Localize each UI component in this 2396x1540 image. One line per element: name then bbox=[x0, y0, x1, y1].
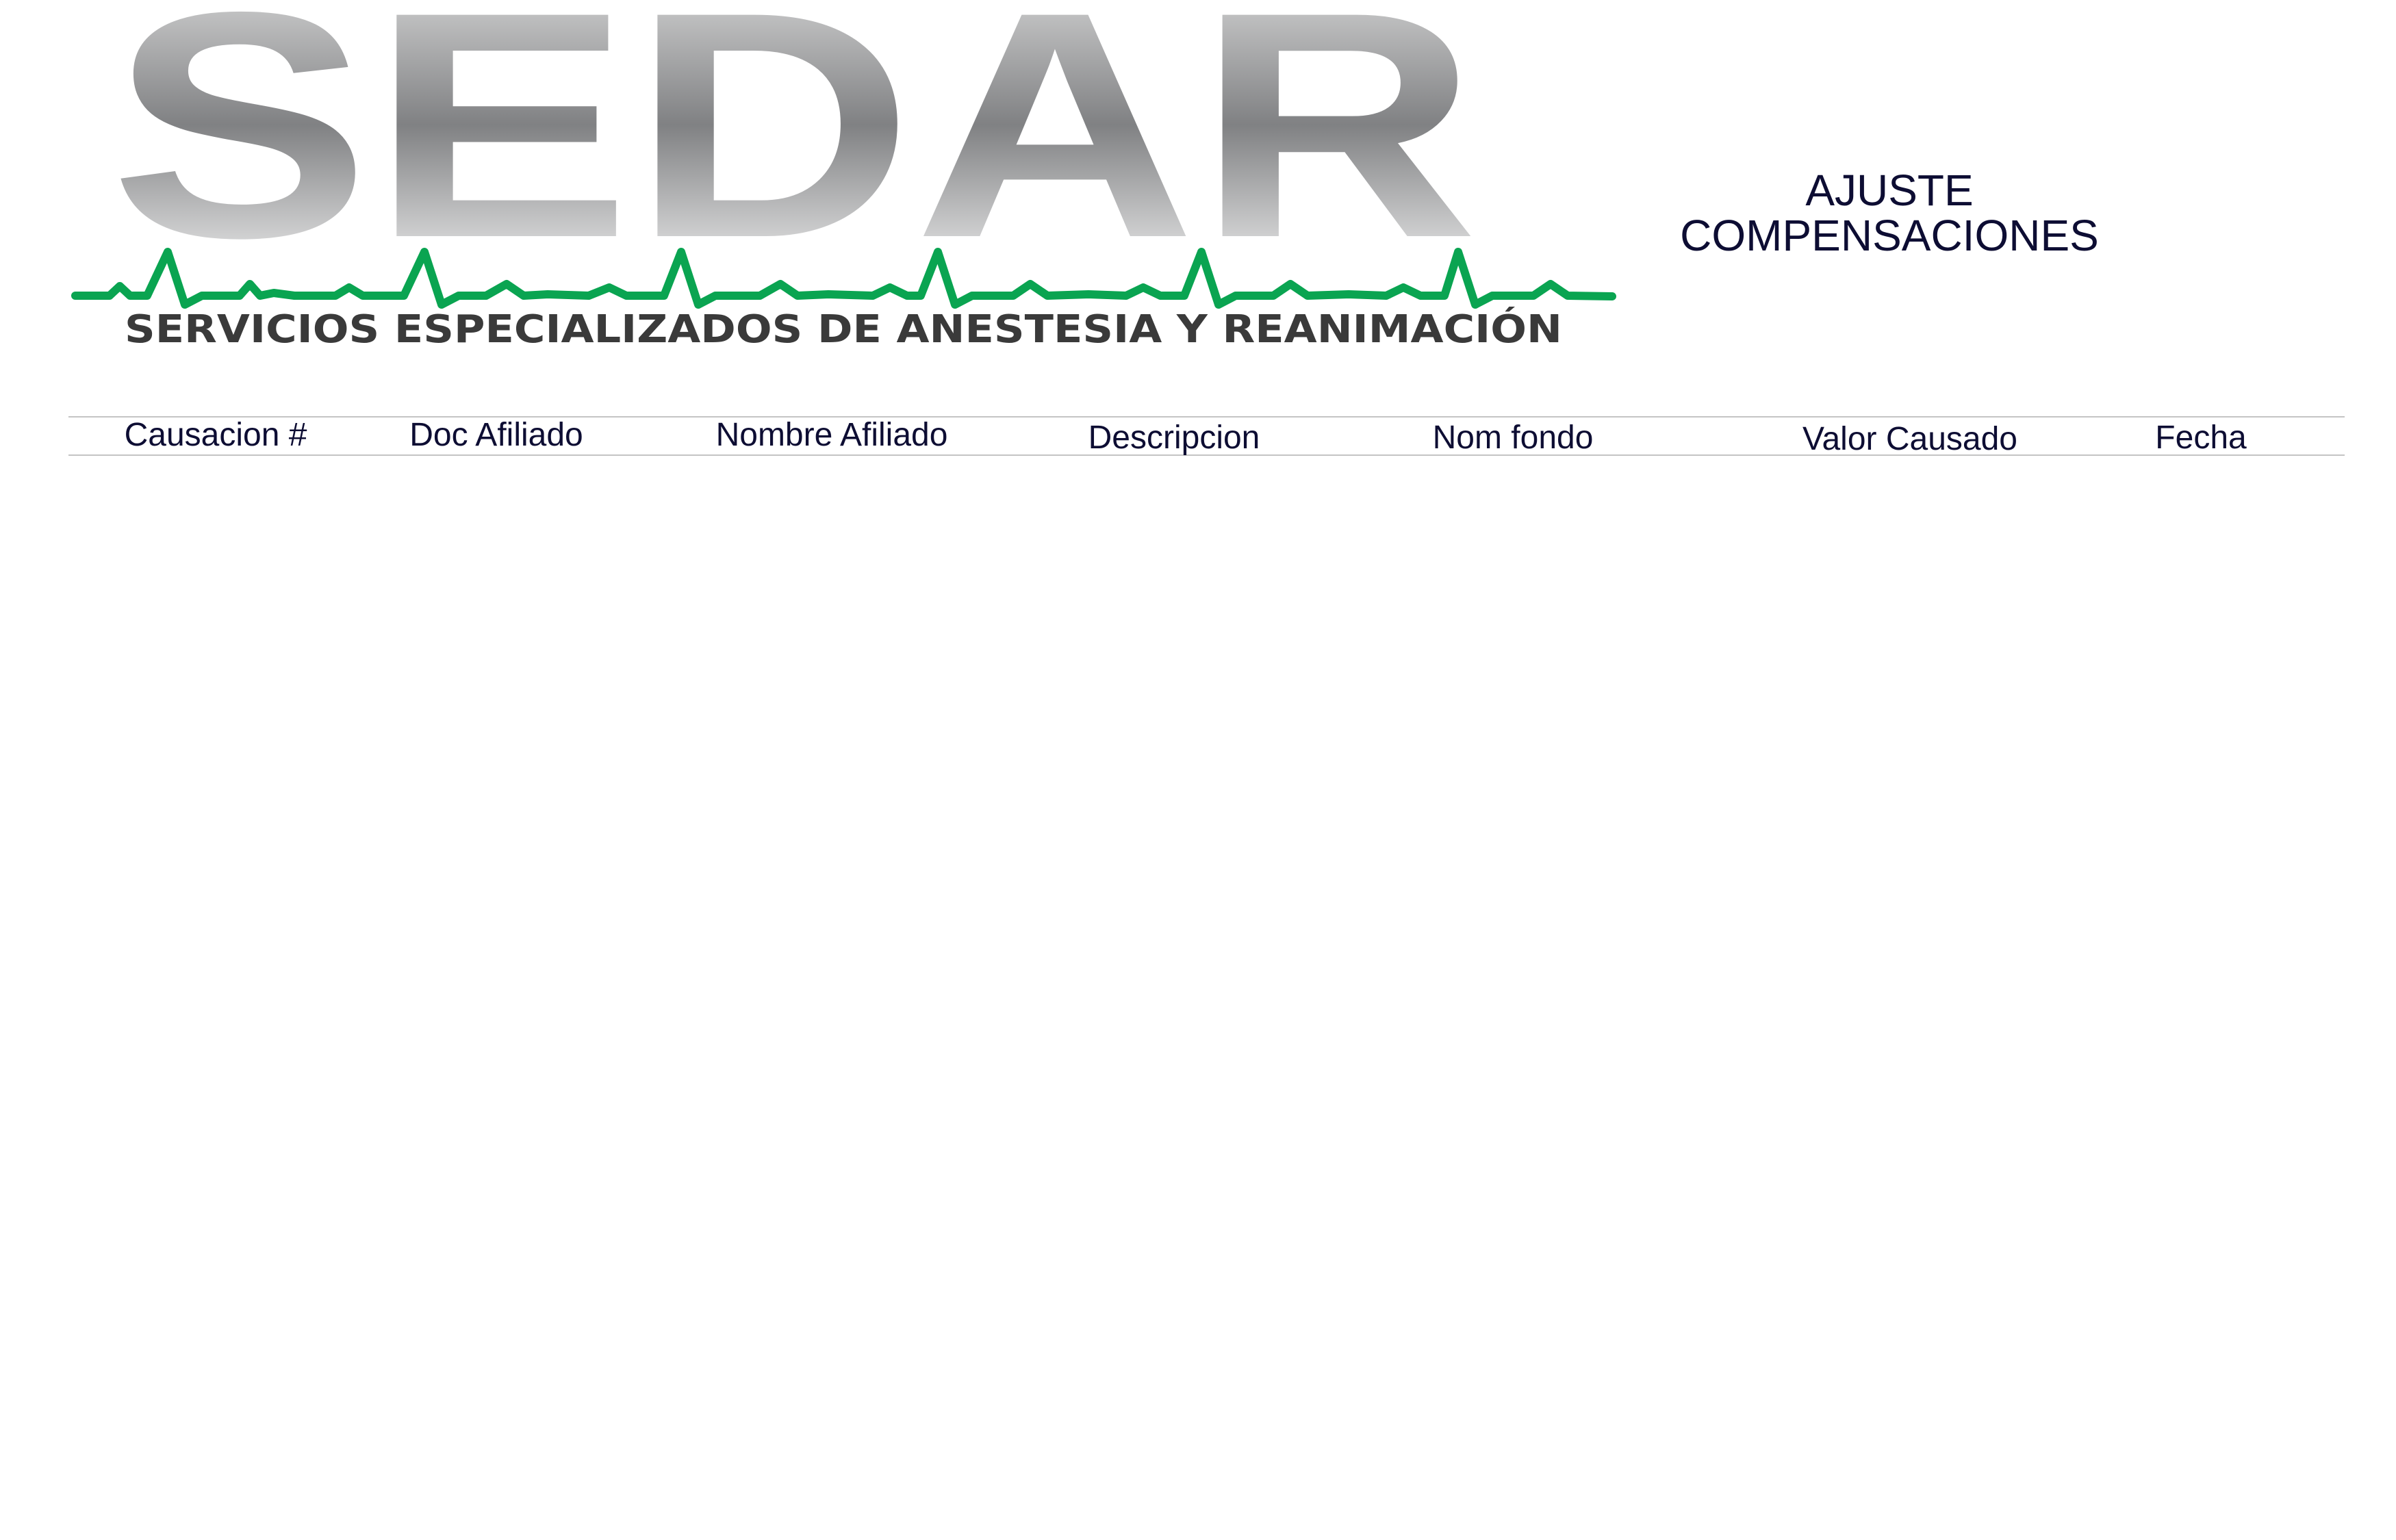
report-title: AJUSTE COMPENSACIONES bbox=[1629, 168, 2150, 258]
col-doc-afiliado: Doc Afiliado bbox=[409, 417, 583, 453]
col-descripcion: Descripcion bbox=[1088, 420, 1260, 456]
report-title-line2: COMPENSACIONES bbox=[1680, 211, 2099, 260]
col-nom-fondo: Nom fondo bbox=[1432, 420, 1594, 456]
col-causacion: Causacion # bbox=[124, 417, 307, 453]
report-title-line1: AJUSTE bbox=[1805, 166, 1974, 215]
col-nombre-afiliado: Nombre Afiliado bbox=[715, 417, 948, 453]
col-valor-causado: Valor Causado bbox=[1802, 421, 2017, 457]
sedar-logo: SEDAR SERVICIOS ESPECIALIZADOS DE ANESTE… bbox=[68, 0, 1629, 363]
logo-wordmark: SEDAR bbox=[110, 0, 1479, 305]
table-header: Causacion # Doc Afiliado Nombre Afiliado… bbox=[68, 416, 2345, 456]
logo-tagline: SERVICIOS ESPECIALIZADOS DE ANESTESIA Y … bbox=[125, 307, 1562, 352]
col-fecha: Fecha bbox=[2155, 420, 2247, 456]
